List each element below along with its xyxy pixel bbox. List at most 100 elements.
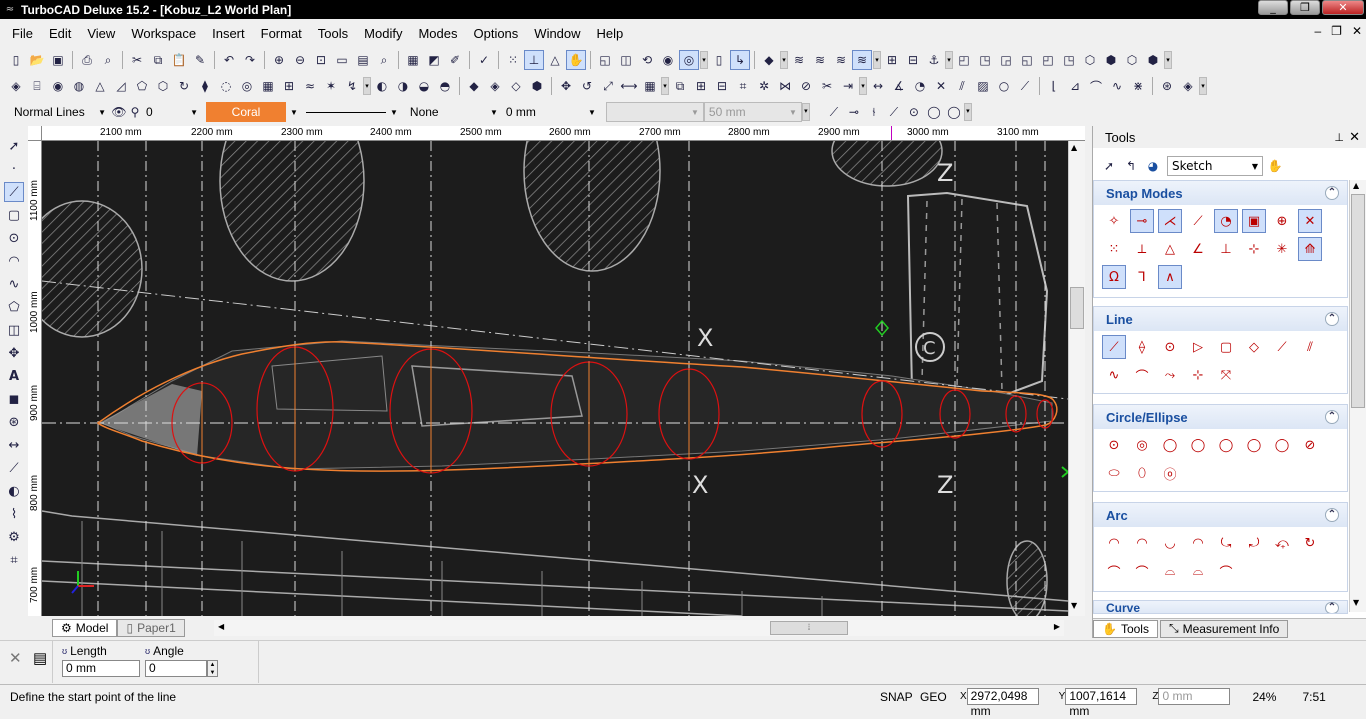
- tab-tools[interactable]: ✋ Tools: [1093, 619, 1158, 638]
- slash-icon[interactable]: ⟋: [1015, 76, 1035, 96]
- angle-field[interactable]: 0: [145, 660, 207, 677]
- palette-mode-dropdown[interactable]: Sketch ▼: [1167, 156, 1263, 176]
- frame-tool-icon[interactable]: ⌗: [4, 550, 24, 570]
- explode-icon[interactable]: ✲: [754, 76, 774, 96]
- menu-modes[interactable]: Modes: [410, 26, 465, 41]
- collapse-chevron-icon[interactable]: ⌃: [1325, 602, 1339, 613]
- snap-circle2-icon[interactable]: ◯: [944, 102, 964, 122]
- snap-intersection-icon[interactable]: ✕: [1298, 209, 1322, 233]
- snap-center-icon[interactable]: ⊙: [904, 102, 924, 122]
- snap-magnet-icon[interactable]: Ω: [1102, 265, 1126, 289]
- view-bottom-icon[interactable]: ◳: [1059, 50, 1079, 70]
- view-back-icon[interactable]: ◳: [975, 50, 995, 70]
- line-style-dropdown[interactable]: Normal Lines ▼: [10, 102, 110, 122]
- rotate-3d-icon[interactable]: ⟲: [637, 50, 657, 70]
- arc-elliptical4-icon[interactable]: ⌓: [1186, 559, 1210, 583]
- ellipse-rotated-icon[interactable]: ⬯: [1130, 461, 1154, 485]
- coordinate-icon[interactable]: ↳: [730, 50, 750, 70]
- copy-objects-icon[interactable]: ⧉: [670, 76, 690, 96]
- scroll-up-icon[interactable]: ▲: [1353, 181, 1359, 190]
- paint-tool-icon[interactable]: ⌇: [4, 504, 24, 524]
- box-3d-icon[interactable]: ◫: [616, 50, 636, 70]
- distribute-icon[interactable]: ⊟: [903, 50, 923, 70]
- palette-settings-icon[interactable]: ✋: [1265, 156, 1285, 176]
- arc-concentric-icon[interactable]: ◠: [1130, 531, 1154, 555]
- toolbar-more-button-4[interactable]: ▾: [945, 51, 953, 69]
- snap-toggle-icon[interactable]: ✋: [566, 50, 586, 70]
- tab-paper1[interactable]: ▯ Paper1: [117, 619, 185, 637]
- paste-icon[interactable]: 📋: [169, 50, 189, 70]
- snap-quadrant-icon[interactable]: ▣: [1242, 209, 1266, 233]
- chevron-down-icon[interactable]: ▼: [290, 108, 298, 117]
- print-icon[interactable]: ⎙: [77, 50, 97, 70]
- arc-tangent3-icon[interactable]: ⤽: [1270, 531, 1294, 555]
- material-icon[interactable]: ◈: [1178, 76, 1198, 96]
- z-coordinate-field[interactable]: 0 mm: [1158, 688, 1231, 705]
- snap-cross-icon[interactable]: ⊹: [1242, 237, 1266, 261]
- layer-stack-3-icon[interactable]: ≋: [831, 50, 851, 70]
- snap-angle-icon[interactable]: ∠: [1186, 237, 1210, 261]
- layer-dropdown[interactable]: 0 ▼: [142, 102, 202, 122]
- close-button[interactable]: ✕: [1322, 0, 1364, 15]
- loft-icon[interactable]: ⧫: [195, 76, 215, 96]
- vertical-scroll-thumb[interactable]: [1070, 287, 1084, 329]
- view-iso2-icon[interactable]: ⬢: [1101, 50, 1121, 70]
- arc-cross-icon[interactable]: ⋇: [1128, 76, 1148, 96]
- arc-tangent4-icon[interactable]: ↻: [1298, 531, 1322, 555]
- collapse-chevron-icon[interactable]: ⌃: [1325, 508, 1339, 522]
- zoom-in-icon[interactable]: ⊕: [269, 50, 289, 70]
- view-right-icon[interactable]: ◱: [1017, 50, 1037, 70]
- close-icon[interactable]: ✕: [9, 649, 22, 667]
- snap-align-icon[interactable]: ⊥: [1214, 237, 1238, 261]
- blend-icon[interactable]: ◆: [464, 76, 484, 96]
- break-icon[interactable]: ⊘: [796, 76, 816, 96]
- cut-icon[interactable]: ✂: [127, 50, 147, 70]
- tools-panel-scrollbar[interactable]: ▲ ▼: [1349, 180, 1366, 612]
- line-arc-tangent-icon[interactable]: ⤳: [1158, 363, 1182, 387]
- snap-angle-track-icon[interactable]: ∧: [1158, 265, 1182, 289]
- shade-tool-icon[interactable]: ◐: [4, 481, 24, 501]
- arc-3pt-icon[interactable]: ◠: [1186, 531, 1210, 555]
- toolbar-more-button-5[interactable]: ▾: [1164, 51, 1172, 69]
- menu-format[interactable]: Format: [253, 26, 310, 41]
- menu-edit[interactable]: Edit: [41, 26, 79, 41]
- pin-icon[interactable]: ⊥: [1334, 131, 1344, 144]
- circle-3pt-icon[interactable]: ◯: [1186, 433, 1210, 457]
- zoom-page-icon[interactable]: ▤: [353, 50, 373, 70]
- line-diamond-icon[interactable]: ◇: [1242, 335, 1266, 359]
- color-tool-icon[interactable]: ◼: [4, 389, 24, 409]
- lock-icon[interactable]: ⚲: [128, 102, 142, 122]
- workplane-icon[interactable]: ◱: [595, 50, 615, 70]
- arc-tangent-icon[interactable]: ⤿: [1214, 531, 1238, 555]
- anchor-icon[interactable]: ⚓: [924, 50, 944, 70]
- mdi-minimize-button[interactable]: –: [1314, 24, 1321, 38]
- toolbar-more-button-6[interactable]: ▾: [363, 77, 371, 95]
- shell-icon[interactable]: ◎: [237, 76, 257, 96]
- rectangle-tool-icon[interactable]: ▢: [4, 205, 24, 225]
- eye-icon[interactable]: 👁: [110, 102, 128, 122]
- circle-multi-icon[interactable]: ⊘: [1298, 433, 1322, 457]
- open-file-icon[interactable]: 📂: [27, 50, 47, 70]
- save-icon[interactable]: ▣: [48, 50, 68, 70]
- redo-icon[interactable]: ↷: [240, 50, 260, 70]
- snap-tangent-icon[interactable]: ⟋: [1186, 209, 1210, 233]
- ortho-icon[interactable]: ⊥: [524, 50, 544, 70]
- cube-icon[interactable]: ◈: [6, 76, 26, 96]
- arc-elliptical-icon[interactable]: ⌒: [1102, 559, 1126, 583]
- globe-icon[interactable]: ◕: [1143, 156, 1163, 176]
- snap-mid-icon[interactable]: ⊸: [844, 102, 864, 122]
- union-icon[interactable]: ◐: [372, 76, 392, 96]
- toolbar-more-button-10[interactable]: ▾: [801, 103, 810, 121]
- mesh-icon[interactable]: ▦: [258, 76, 278, 96]
- panel-close-icon[interactable]: ✕: [1349, 129, 1360, 145]
- single-line-icon[interactable]: ⟋: [1102, 335, 1126, 359]
- dimension-tool-icon[interactable]: ↔: [4, 435, 24, 455]
- line-parallel-icon[interactable]: ⟋: [1270, 335, 1294, 359]
- shell2-icon[interactable]: ⬢: [527, 76, 547, 96]
- line-tool-icon[interactable]: ⟋: [4, 182, 24, 202]
- arc-triangle-icon[interactable]: ⊿: [1065, 76, 1085, 96]
- snap-vertex-icon[interactable]: ✧: [1102, 209, 1126, 233]
- tab-model[interactable]: ⚙ Model: [52, 619, 118, 637]
- curve-tool-icon[interactable]: ∿: [4, 274, 24, 294]
- y-coordinate-field[interactable]: 1007,1614 mm: [1065, 688, 1138, 718]
